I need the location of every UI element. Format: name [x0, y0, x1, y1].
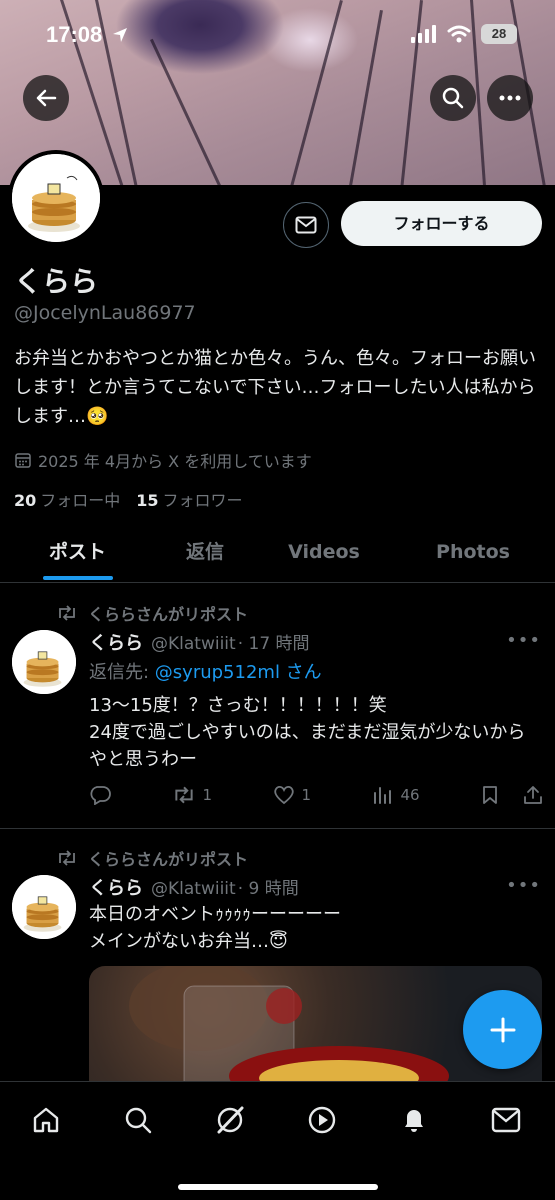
retweet-button[interactable]: 1	[172, 786, 212, 804]
profile-handle: @JocelynLau86977	[14, 302, 196, 324]
nav-notifications[interactable]	[394, 1100, 434, 1140]
reply-to-link[interactable]: @syrup512ml さん	[155, 662, 322, 683]
post-more-icon[interactable]: •••	[506, 630, 541, 651]
tab-replies[interactable]: 返信	[160, 528, 250, 583]
bell-icon	[405, 1110, 423, 1132]
profile-name: くらら	[14, 265, 99, 298]
follow-button[interactable]: フォローする	[341, 201, 542, 246]
post-more-icon[interactable]: •••	[506, 875, 541, 896]
profile-avatar[interactable]	[8, 150, 104, 246]
post-avatar[interactable]	[12, 630, 76, 694]
follow-counts: 20 フォロー中 15 フォロワー	[14, 487, 243, 511]
reply-to-line: 返信先: @syrup512ml さん	[89, 662, 322, 683]
post-header: くらら @Klatwiiit · 17 時間	[89, 629, 310, 655]
home-icon	[33, 1107, 59, 1133]
location-arrow-icon	[113, 28, 128, 42]
post-handle[interactable]: @Klatwiiit	[151, 634, 236, 654]
tab-photos[interactable]: Photos	[420, 528, 526, 583]
post-text: 本日のオベントｩｩｩｩーーーーー メインがないお弁当…😇	[89, 904, 341, 952]
wifi-icon	[447, 25, 471, 43]
envelope-icon	[295, 216, 317, 234]
more-options-button[interactable]	[487, 75, 533, 121]
views-button[interactable]: 46	[372, 785, 420, 805]
search-button[interactable]	[430, 75, 476, 121]
post-time: · 9 時間	[237, 879, 299, 899]
active-tab-indicator	[43, 576, 113, 580]
post-divider	[0, 828, 555, 829]
tab-posts[interactable]: ポスト	[20, 528, 135, 583]
repost-indicator: くららさんがリポスト	[56, 846, 248, 870]
home-indicator	[178, 1184, 378, 1190]
repost-icon	[59, 605, 75, 621]
pancake-avatar-image	[12, 875, 76, 939]
profile-bio: お弁当とかおやつとか猫とか色々。うん、色々。フォローお願いします！とか言うてこな…	[14, 348, 536, 427]
retweet-count: 1	[202, 786, 212, 804]
post-time: · 17 時間	[237, 634, 310, 654]
grok-icon	[217, 1106, 244, 1134]
message-button[interactable]	[283, 202, 329, 248]
reply-icon	[90, 786, 111, 805]
nav-search[interactable]	[118, 1100, 158, 1140]
post-avatar[interactable]	[12, 875, 76, 939]
back-button[interactable]	[23, 75, 69, 121]
repost-icon	[59, 850, 75, 866]
followers-link[interactable]: 15 フォロワー	[136, 487, 242, 511]
post-text: 13〜15度！？さっむ！！！！！！笑 24度で過ごしやすいのは、まだまだ湿気が少…	[89, 695, 526, 770]
search-icon	[442, 87, 464, 109]
pancake-avatar-image	[12, 630, 76, 694]
bookmark-icon[interactable]	[481, 785, 499, 805]
tab-videos[interactable]: Videos	[270, 528, 378, 583]
nav-grok[interactable]	[210, 1100, 250, 1140]
nav-messages[interactable]	[486, 1100, 526, 1140]
calendar-icon	[15, 453, 31, 468]
status-time: 17:08	[46, 22, 128, 48]
repost-icon	[175, 786, 194, 804]
compose-button[interactable]	[463, 990, 542, 1069]
ellipsis-icon	[499, 95, 521, 101]
post-author[interactable]: くらら	[89, 629, 143, 655]
post-actions: 1 1 46	[89, 785, 543, 805]
bottom-navigation	[0, 1081, 555, 1200]
battery-indicator: 28	[481, 24, 517, 44]
arrow-left-icon	[36, 89, 57, 107]
like-button[interactable]: 1	[273, 785, 311, 805]
search-icon	[125, 1107, 152, 1134]
play-circle-icon	[308, 1106, 336, 1134]
post-handle[interactable]: @Klatwiiit	[151, 879, 236, 899]
envelope-icon	[491, 1107, 521, 1133]
profile-tabs: ポスト 返信 Videos Photos	[0, 528, 555, 583]
signal-icon	[411, 25, 436, 43]
nav-home[interactable]	[26, 1100, 66, 1140]
like-count: 1	[301, 786, 311, 804]
plus-icon	[490, 1017, 515, 1042]
pancake-avatar-image	[12, 154, 100, 242]
post-header: くらら @Klatwiiit · 9 時間	[89, 874, 299, 900]
heart-icon	[274, 785, 295, 805]
nav-video[interactable]	[302, 1100, 342, 1140]
status-bar: 17:08 28	[0, 0, 555, 70]
post-author[interactable]: くらら	[89, 874, 143, 900]
following-link[interactable]: 20 フォロー中	[14, 487, 120, 511]
reply-button[interactable]	[89, 785, 111, 805]
repost-indicator: くららさんがリポスト	[56, 601, 248, 625]
views-chart-icon	[374, 787, 392, 804]
share-icon[interactable]	[523, 785, 543, 805]
view-count: 46	[400, 786, 420, 804]
joined-date: 2025 年 4月から X を利用しています	[14, 448, 312, 472]
